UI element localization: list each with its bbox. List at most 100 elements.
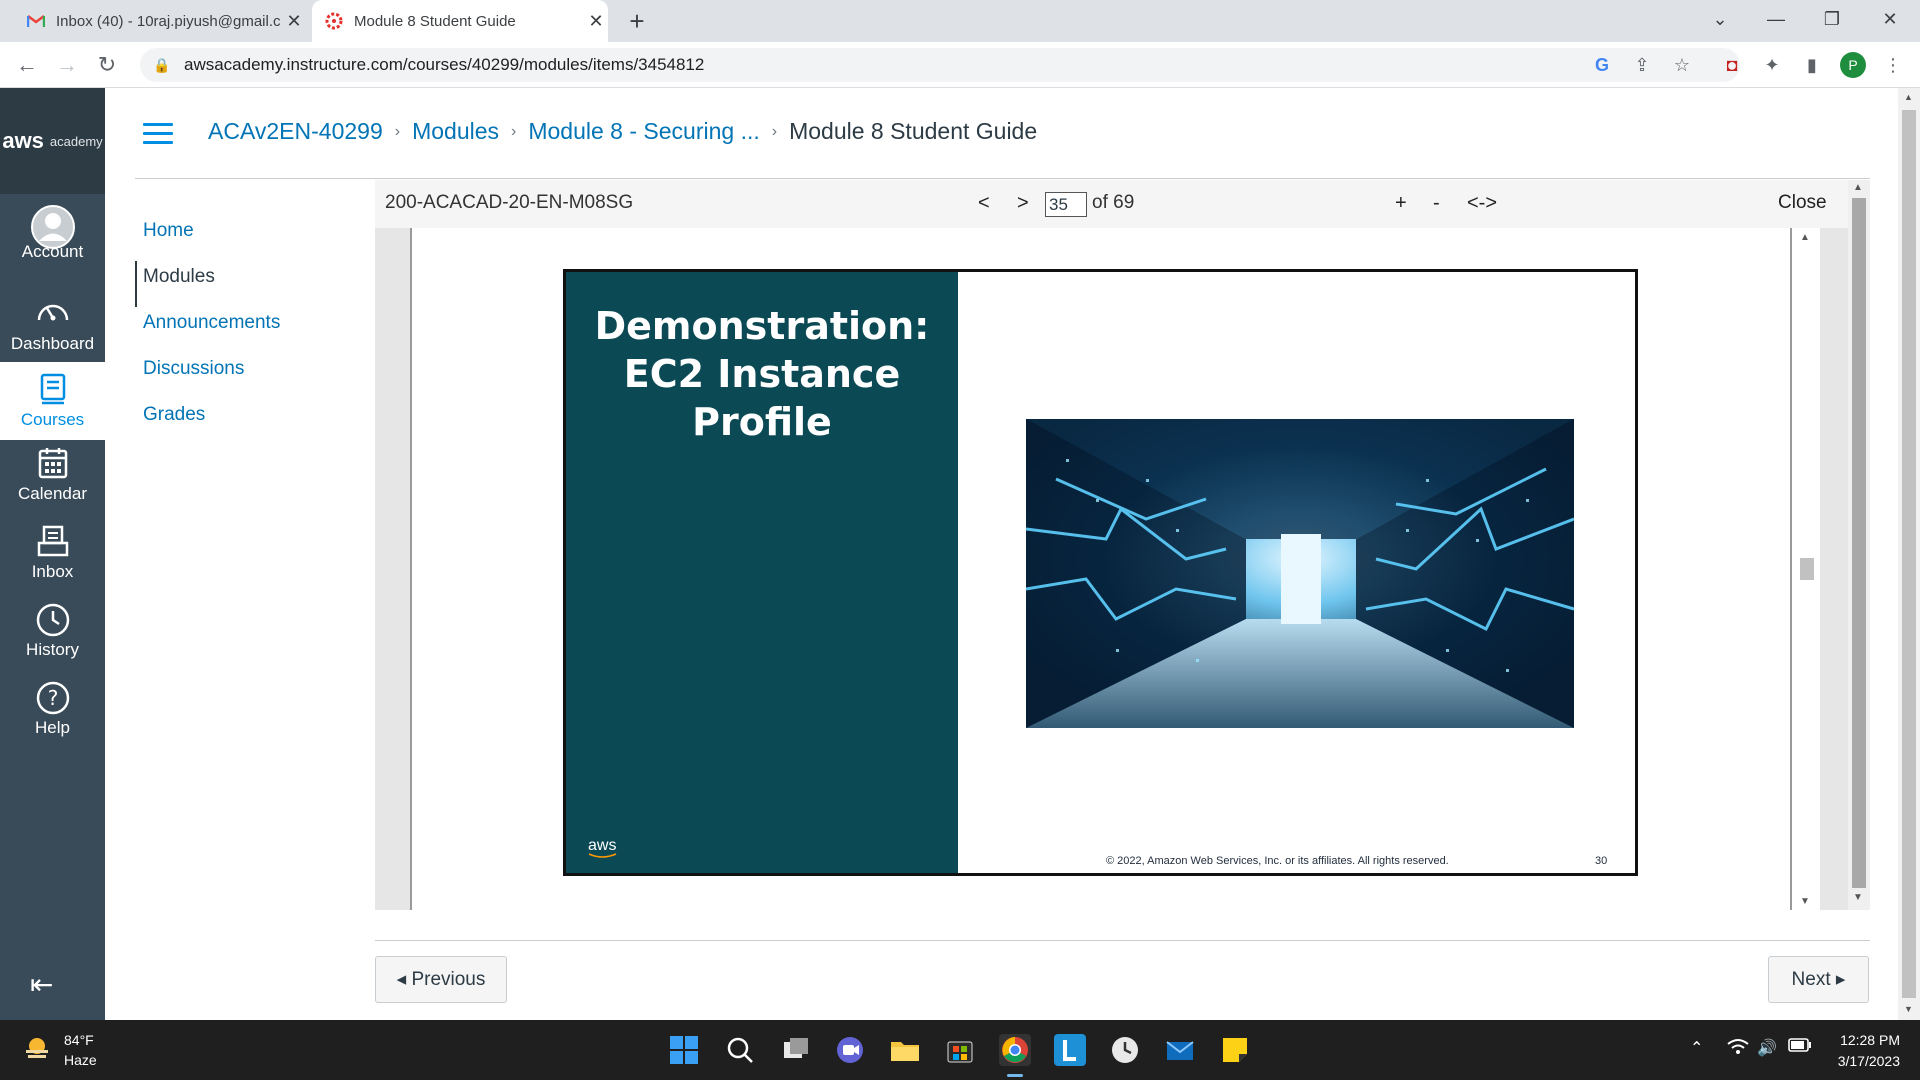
zoom-in-button[interactable]: + (1395, 192, 1407, 215)
zoom-out-button[interactable]: - (1433, 192, 1440, 215)
back-icon[interactable]: ← (12, 50, 42, 80)
sticky-notes-icon[interactable] (1219, 1034, 1251, 1066)
document-scrollbar[interactable]: ▲ ▼ (1792, 228, 1820, 910)
scrollbar-thumb[interactable] (1902, 110, 1916, 998)
clock-date: 3/17/2023 (1837, 1053, 1900, 1069)
logo-sub: academy (49, 133, 103, 149)
tab-gmail[interactable]: Inbox (40) - 10raj.piyush@gmail.c ✕ (14, 0, 306, 42)
file-explorer-icon[interactable] (889, 1034, 921, 1066)
scroll-down-arrow-icon[interactable]: ▼ (1800, 896, 1810, 907)
dashboard-icon (0, 296, 105, 332)
address-bar[interactable]: 🔒 awsacademy.instructure.com/courses/402… (140, 48, 1740, 82)
search-icon[interactable] (724, 1034, 756, 1066)
close-viewer-button[interactable]: Close (1778, 192, 1827, 214)
url-text: awsacademy.instructure.com/courses/40299… (184, 55, 705, 74)
slide-title-line: Demonstration: (594, 304, 930, 348)
slide-title-panel: Demonstration: EC2 Instance Profile aws (566, 272, 958, 873)
extension-shield-icon[interactable]: ◘ (1717, 50, 1747, 80)
tab-student-guide[interactable]: Module 8 Student Guide ✕ (312, 0, 608, 42)
bookmark-star-icon[interactable]: ☆ (1667, 48, 1697, 82)
fit-width-button[interactable]: <-> (1467, 192, 1497, 215)
close-window-button[interactable]: ✕ (1862, 0, 1918, 42)
scroll-down-arrow-icon[interactable]: ▼ (1904, 1004, 1913, 1014)
previous-button[interactable]: ◂ Previous (375, 956, 507, 1003)
battery-icon[interactable] (1788, 1038, 1812, 1057)
chrome-icon[interactable] (999, 1034, 1031, 1066)
scrollbar-thumb[interactable] (1852, 198, 1866, 888)
viewer-scrollbar[interactable]: ▲ ▼ (1848, 180, 1870, 910)
aws-academy-logo[interactable]: aws academy (0, 88, 105, 194)
mail-icon[interactable] (1164, 1034, 1196, 1066)
next-button[interactable]: Next ▸ (1768, 956, 1869, 1003)
tab-search-icon[interactable]: ⌄ (1692, 0, 1748, 42)
scroll-down-arrow-icon[interactable]: ▼ (1853, 892, 1863, 903)
nav-history[interactable]: History (0, 602, 105, 660)
breadcrumb: ACAv2EN-40299 › Modules › Module 8 - Sec… (208, 118, 1037, 145)
nav-inbox[interactable]: Inbox (0, 524, 105, 582)
teams-chat-icon[interactable] (834, 1034, 866, 1066)
canvas-icon (324, 11, 344, 31)
nav-help[interactable]: ? Help (0, 680, 105, 738)
global-navigation: aws academy Account Dashboard Courses Ca… (0, 88, 105, 1020)
scroll-up-arrow-icon[interactable]: ▲ (1904, 92, 1913, 102)
windows-taskbar: 84°F Haze ⌃ 🔊 12:28 PM 3/17/2023 (0, 1020, 1920, 1080)
new-tab-button[interactable]: + (622, 6, 652, 36)
courses-icon (0, 372, 105, 408)
course-nav-home[interactable]: Home (135, 215, 355, 261)
show-hidden-icons-chevron-icon[interactable]: ⌃ (1690, 1038, 1703, 1058)
menu-kebab-icon[interactable]: ⋮ (1878, 50, 1908, 80)
course-menu-toggle-icon[interactable] (143, 123, 173, 145)
task-view-icon[interactable] (780, 1034, 812, 1066)
browser-toolbar: ← → ↻ 🔒 awsacademy.instructure.com/cours… (0, 42, 1920, 88)
document-viewer-toolbar: 200-ACACAD-20-EN-M08SG < > 35 of 69 + - … (375, 180, 1870, 228)
scroll-up-arrow-icon[interactable]: ▲ (1800, 232, 1810, 243)
breadcrumb-course[interactable]: ACAv2EN-40299 (208, 118, 383, 145)
system-clock[interactable]: 12:28 PM 3/17/2023 (1820, 1030, 1900, 1072)
page-number-input[interactable]: 35 (1045, 192, 1087, 217)
page-scrollbar[interactable]: ▲ ▼ (1898, 88, 1920, 1020)
clock-app-icon[interactable] (1109, 1034, 1141, 1066)
tab-title: Module 8 Student Guide (354, 12, 516, 30)
restore-button[interactable]: ❐ (1804, 0, 1860, 42)
profile-avatar[interactable]: P (1840, 52, 1866, 78)
aws-logo: aws (588, 837, 618, 859)
extensions-puzzle-icon[interactable]: ✦ (1757, 50, 1787, 80)
weather-widget[interactable]: 84°F Haze (22, 1030, 97, 1070)
account-icon (0, 204, 105, 249)
forward-icon[interactable]: → (52, 50, 82, 80)
nav-label: Calendar (18, 484, 87, 503)
page-total: of 69 (1092, 192, 1135, 213)
breadcrumb-current: Module 8 Student Guide (789, 118, 1038, 144)
volume-icon[interactable]: 🔊 (1757, 1038, 1777, 1058)
course-nav-modules[interactable]: Modules (135, 261, 355, 307)
nav-account[interactable]: Account (0, 204, 105, 262)
nav-calendar[interactable]: Calendar (0, 446, 105, 504)
scrollbar-thumb[interactable] (1800, 558, 1814, 580)
wifi-icon[interactable] (1727, 1038, 1749, 1061)
breadcrumb-module[interactable]: Module 8 - Securing ... (528, 118, 759, 145)
previous-page-button[interactable]: < (978, 192, 990, 215)
collapse-nav-icon[interactable]: ⇤ (30, 968, 53, 1001)
scroll-up-arrow-icon[interactable]: ▲ (1853, 182, 1863, 193)
windows-start-icon[interactable] (668, 1034, 700, 1066)
course-nav-grades[interactable]: Grades (135, 399, 355, 445)
course-nav-announcements[interactable]: Announcements (135, 307, 355, 353)
breadcrumb-separator-icon: › (394, 122, 401, 140)
l-app-icon[interactable] (1054, 1034, 1086, 1066)
breadcrumb-modules[interactable]: Modules (412, 118, 499, 145)
nav-dashboard[interactable]: Dashboard (0, 296, 105, 354)
close-tab-icon[interactable]: ✕ (282, 11, 306, 32)
microsoft-store-icon[interactable] (944, 1034, 976, 1066)
google-translate-icon[interactable]: G (1587, 48, 1617, 82)
course-nav-discussions[interactable]: Discussions (135, 353, 355, 399)
close-tab-icon[interactable]: ✕ (584, 11, 608, 32)
minimize-button[interactable]: — (1748, 0, 1804, 42)
side-panel-icon[interactable]: ▮ (1797, 50, 1827, 80)
browser-tab-strip: Inbox (40) - 10raj.piyush@gmail.c ✕ Modu… (0, 0, 1920, 42)
slide-number: 30 (1595, 855, 1608, 867)
next-page-button[interactable]: > (1017, 192, 1029, 215)
reload-icon[interactable]: ↻ (92, 50, 122, 80)
logo-main: aws (2, 128, 44, 153)
share-icon[interactable]: ⇪ (1627, 48, 1657, 82)
nav-courses[interactable]: Courses (0, 362, 105, 440)
